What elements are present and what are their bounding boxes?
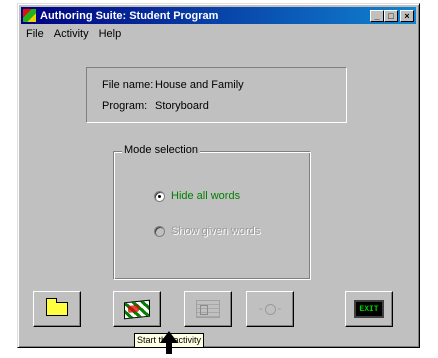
checkered-flag-icon bbox=[124, 299, 150, 319]
menu-bar: File Activity Help bbox=[21, 26, 416, 42]
file-name-label: File name: bbox=[102, 79, 154, 91]
hide-all-words-option[interactable]: Hide all words bbox=[154, 190, 240, 202]
exit-button[interactable]: EXIT bbox=[345, 291, 393, 327]
menu-file[interactable]: File bbox=[21, 28, 49, 40]
file-info-panel: File name: House and Family Program: Sto… bbox=[86, 67, 347, 123]
activity-cards-button bbox=[184, 291, 232, 327]
close-button[interactable]: × bbox=[400, 9, 414, 22]
window-title: Authoring Suite: Student Program bbox=[40, 9, 219, 22]
dial-icon: -- bbox=[258, 303, 282, 315]
show-given-words-option: Show given words bbox=[154, 225, 260, 237]
file-name-value: House and Family bbox=[155, 79, 244, 91]
mode-selection-group: Mode selection Hide all words Show given… bbox=[113, 144, 311, 280]
maximize-button[interactable]: □ bbox=[384, 9, 398, 22]
start-activity-button[interactable] bbox=[113, 291, 161, 327]
folder-open-icon bbox=[46, 298, 68, 316]
minimize-button[interactable]: _ bbox=[370, 9, 384, 22]
menu-help[interactable]: Help bbox=[94, 28, 127, 40]
program-value: Storyboard bbox=[155, 100, 209, 112]
activity-cards-icon bbox=[196, 300, 220, 318]
menu-activity[interactable]: Activity bbox=[49, 28, 94, 40]
program-label: Program: bbox=[102, 100, 148, 112]
cursor-arrow-stem bbox=[166, 342, 172, 354]
open-file-button[interactable] bbox=[33, 291, 81, 327]
radio-checked-icon[interactable] bbox=[154, 190, 165, 202]
radio-unchecked-icon bbox=[154, 225, 165, 237]
hide-all-words-label: Hide all words bbox=[171, 190, 241, 202]
mode-selection-title: Mode selection bbox=[122, 144, 200, 156]
show-given-words-label: Show given words bbox=[171, 225, 261, 237]
exit-icon: EXIT bbox=[354, 300, 384, 318]
dial-button: -- bbox=[246, 291, 294, 327]
title-bar[interactable]: Authoring Suite: Student Program _ □ × bbox=[21, 7, 416, 24]
app-icon bbox=[23, 9, 36, 22]
